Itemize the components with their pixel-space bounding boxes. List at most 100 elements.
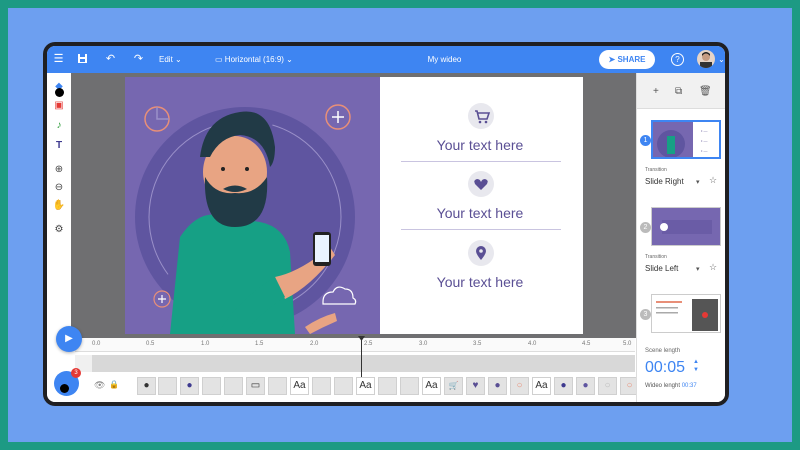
slide-text-2[interactable]: Your text here [400,205,560,221]
music-icon[interactable]: ♪ [52,119,66,133]
favorite-star-icon-2[interactable]: ☆ [709,262,717,273]
tick-label: 1.5 [255,341,264,347]
slide-illustration[interactable] [125,77,380,334]
scenes-badge-button[interactable]: 3 [54,368,81,396]
lock-icon[interactable]: 🔒 [109,380,119,389]
layer-block[interactable] [224,377,243,395]
slide-text-1[interactable]: Your text here [400,137,560,153]
edit-menu[interactable]: Edit ⌄ [159,55,182,64]
transition-2-chevron-icon[interactable]: ▾ [696,265,700,273]
svg-text:• —: • — [701,148,708,153]
tick-label: 1.0 [201,341,210,347]
delete-scene-icon[interactable]: 🗑 [699,86,712,97]
scenes-toolbar: + ⧉ 🗑 [637,73,725,109]
layer-text[interactable]: Aa [290,377,309,395]
transition-select-2[interactable]: Slide Left [645,264,678,273]
image-icon[interactable]: ▣ [52,99,66,113]
divider-2 [401,229,561,230]
layer-text[interactable]: Aa [422,377,441,395]
zoom-out-icon[interactable]: ⊖ [52,181,66,195]
scene-number-1: 1 [640,135,651,146]
timeline-track[interactable] [75,355,635,372]
tick-label: 0.0 [92,341,101,347]
layer-circle[interactable]: ● [576,377,595,395]
layer-block[interactable] [312,377,331,395]
layer-pin-icon[interactable]: ● [488,377,507,395]
transition-select-1[interactable]: Slide Right [645,177,684,186]
text-icon[interactable]: T [52,139,66,153]
editor-screen: ☰ ↶ ↷ Edit ⌄ ▭ Horizontal (16:9) ⌄ My wi… [47,46,725,402]
scenes-panel: + ⧉ 🗑 1 • — • — • — Transition Slide Right… [636,73,725,338]
layer-image[interactable]: ▭ [246,377,265,395]
settings-gear-icon[interactable]: ⚙ [52,223,66,237]
redo-icon[interactable]: ↷ [132,53,145,66]
layer-heart-icon[interactable]: ♥ [466,377,485,395]
badge-count: 3 [71,368,81,378]
tick-label: 3.5 [473,341,482,347]
scene-thumbnail-3[interactable] [651,294,721,333]
hand-pan-icon[interactable]: ✋ [52,199,66,213]
slide-canvas[interactable]: Your text here Your text here Your text … [125,77,583,334]
scene-length-value[interactable]: 00:05 [645,359,685,377]
tick-label: 2.0 [310,341,319,347]
monitor-icon: ▭ [215,55,223,64]
layer-block[interactable] [158,377,177,395]
add-scene-icon[interactable]: + [653,86,659,97]
canvas-area: Your text here Your text here Your text … [71,73,636,338]
aspect-ratio-label: Horizontal (16:9) [224,55,284,64]
help-icon[interactable]: ? [671,53,684,66]
layer-block[interactable] [268,377,287,395]
favorite-star-icon-1[interactable]: ☆ [709,175,717,186]
layer-circle[interactable]: ● [554,377,573,395]
layer-block[interactable] [400,377,419,395]
slide-text-3[interactable]: Your text here [400,274,560,290]
layer-text[interactable]: Aa [356,377,375,395]
left-toolbar: ◆ ▣ ♪ T ⊕ ⊖ ✋ ⚙ [47,73,71,338]
edit-menu-label: Edit [159,55,173,64]
scene-thumbnail-2[interactable] [651,207,721,246]
cart-icon[interactable] [468,103,494,129]
timeline-ruler[interactable]: 0.0 0.5 1.0 1.5 2.0 2.5 3.0 3.5 4.0 4.5 … [75,338,635,352]
tick-label: 0.5 [146,341,155,347]
cursor-dot [60,384,69,393]
layer-circle[interactable]: ○ [510,377,529,395]
avatar-chevron-icon[interactable]: ⌄ [715,53,725,66]
svg-text:• —: • — [701,138,708,143]
eye-icon[interactable]: 👁 [94,380,105,391]
top-bar: ☰ ↶ ↷ Edit ⌄ ▭ Horizontal (16:9) ⌄ My wi… [47,46,725,73]
duplicate-scene-icon[interactable]: ⧉ [675,86,682,97]
layer-shape[interactable]: ● [137,377,156,395]
scene-thumbnail-1[interactable]: • — • — • — [651,120,721,159]
transition-1-chevron-icon[interactable]: ▾ [696,178,700,186]
user-avatar[interactable] [697,50,715,68]
layer-text[interactable]: Aa [532,377,551,395]
scene-number-3: 3 [640,309,651,320]
undo-icon[interactable]: ↶ [104,53,117,66]
video-length-value: 00:37 [681,383,697,389]
aspect-ratio-menu[interactable]: ▭ Horizontal (16:9) ⌄ [215,55,293,64]
layer-block[interactable] [378,377,397,395]
layer-circle[interactable]: ○ [598,377,617,395]
layer-block[interactable] [334,377,353,395]
divider-1 [401,161,561,162]
scene-number-2: 2 [640,222,651,233]
zoom-in-icon[interactable]: ⊕ [52,163,66,177]
layers-row: 👁 🔒 ● ● ▭ Aa Aa Aa 🛒 ♥ ● ○ Aa ● ● ○ ○ [92,374,639,402]
scene-length-panel: Scene length 00:05 ▲ ▼ Wideo lenght 00:37 [636,338,725,402]
share-button[interactable]: ➤ SHARE [599,50,655,69]
play-button[interactable]: ▶ [56,326,82,352]
layer-block[interactable] [202,377,221,395]
tick-label: 4.5 [582,341,591,347]
hamburger-menu-icon[interactable]: ☰ [52,53,65,66]
save-icon[interactable] [76,53,89,66]
scene-length-stepper[interactable]: ▲ ▼ [693,358,699,374]
scene-length-label: Scene length [645,348,681,354]
transition-label-1: Transition [645,167,667,173]
heart-icon[interactable] [468,171,494,197]
layer-cart-icon[interactable]: 🛒 [444,377,463,395]
layer-circle[interactable]: ● [180,377,199,395]
project-title[interactable]: My wideo [417,55,472,64]
slide-text-panel: Your text here Your text here Your text … [380,77,583,334]
location-pin-icon[interactable] [468,240,494,266]
share-label: SHARE [617,55,646,64]
